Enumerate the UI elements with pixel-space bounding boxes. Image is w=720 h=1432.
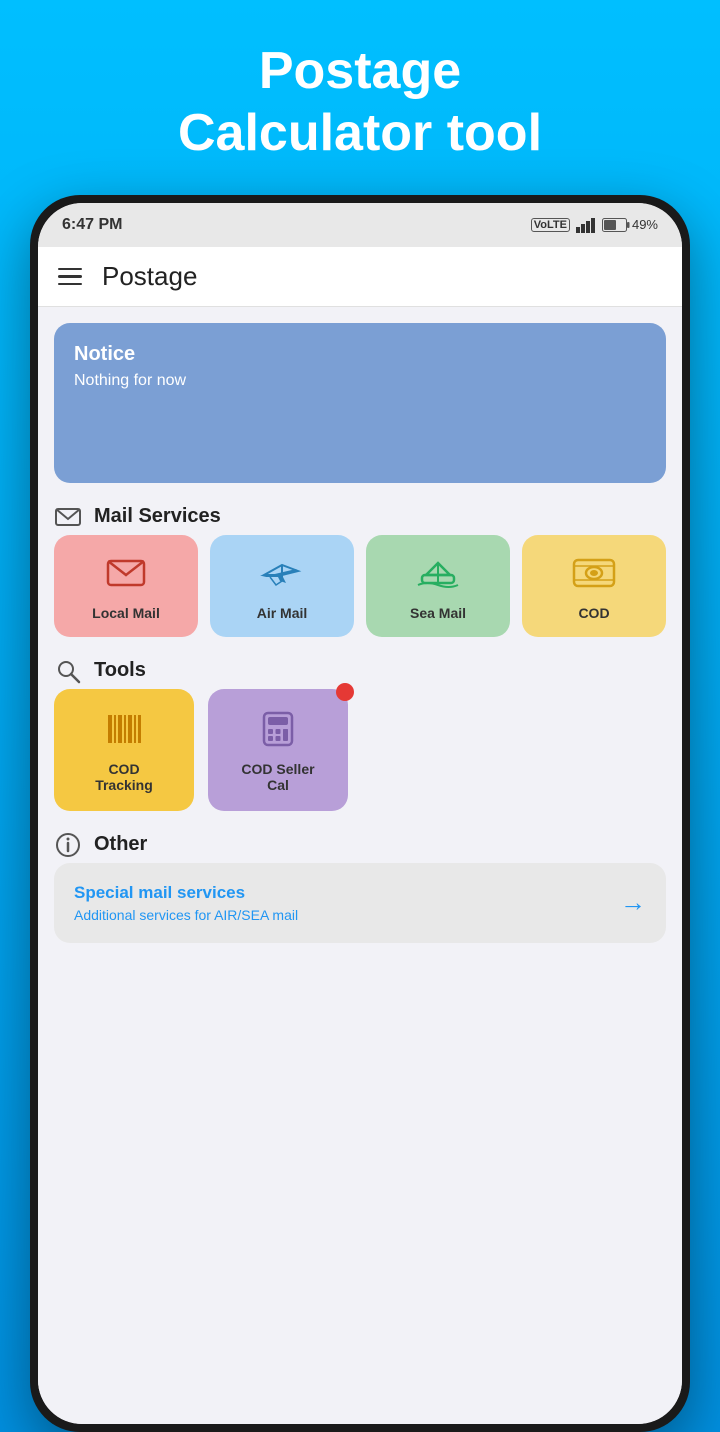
tools-header: Tools — [54, 657, 666, 685]
tools-section: Tools — [54, 657, 666, 811]
volte-icon: VoLTE — [531, 218, 570, 232]
air-mail-icon — [260, 551, 304, 595]
phone-screen: 6:47 PM VoLTE 49 — [38, 203, 682, 1424]
cod-icon — [572, 551, 616, 595]
hero-title: Postage Calculator tool — [178, 40, 542, 165]
cod-label: COD — [578, 605, 609, 621]
main-content: Notice Nothing for now Mail Services — [38, 307, 682, 1424]
special-mail-card[interactable]: Special mail services Additional service… — [54, 863, 666, 943]
mail-services-section: Mail Services Local Mail — [54, 503, 666, 637]
special-title: Special mail services — [74, 883, 298, 903]
other-label: Other — [94, 833, 147, 856]
signal-icon — [576, 217, 596, 233]
hero-line1: Postage — [259, 42, 461, 100]
phone-mockup: 6:47 PM VoLTE 49 — [30, 195, 690, 1432]
mail-services-icon — [54, 503, 82, 531]
battery-pct: 49% — [632, 217, 658, 232]
app-header: Postage — [38, 247, 682, 307]
status-bar: 6:47 PM VoLTE 49 — [38, 203, 682, 247]
tools-label: Tools — [94, 659, 146, 682]
notice-card: Notice Nothing for now — [54, 323, 666, 483]
notice-title: Notice — [74, 343, 646, 366]
local-mail-label: Local Mail — [92, 605, 160, 621]
notice-body: Nothing for now — [74, 372, 646, 390]
air-mail-card[interactable]: Air Mail — [210, 535, 354, 637]
status-time: 6:47 PM — [62, 216, 122, 234]
cod-tracking-card[interactable]: COD Tracking — [54, 689, 194, 811]
sea-mail-icon — [416, 551, 460, 595]
cod-seller-icon — [256, 707, 300, 751]
cod-tracking-label: COD Tracking — [95, 761, 153, 793]
other-header: Other — [54, 831, 666, 859]
special-subtitle: Additional services for AIR/SEA mail — [74, 907, 298, 923]
mail-services-header: Mail Services — [54, 503, 666, 531]
app-title: Postage — [102, 261, 197, 292]
cod-tracking-icon — [102, 707, 146, 751]
sea-mail-card[interactable]: Sea Mail — [366, 535, 510, 637]
local-mail-card[interactable]: Local Mail — [54, 535, 198, 637]
cod-card[interactable]: COD — [522, 535, 666, 637]
battery-icon: 49% — [602, 217, 658, 232]
air-mail-label: Air Mail — [257, 605, 308, 621]
services-grid: Local Mail Ai — [54, 535, 666, 637]
special-card-text: Special mail services Additional service… — [74, 883, 298, 923]
notification-badge — [336, 683, 354, 701]
cod-seller-label: COD Seller Cal — [241, 761, 314, 793]
cod-seller-card[interactable]: COD Seller Cal — [208, 689, 348, 811]
mail-services-label: Mail Services — [94, 505, 221, 528]
hero-line2: Calculator tool — [178, 104, 542, 162]
hamburger-button[interactable] — [58, 268, 82, 286]
arrow-right-icon: → — [620, 887, 646, 918]
local-mail-icon — [104, 551, 148, 595]
tools-icon — [54, 657, 82, 685]
sea-mail-label: Sea Mail — [410, 605, 466, 621]
other-icon — [54, 831, 82, 859]
tools-grid: COD Tracking — [54, 689, 666, 811]
other-section: Other Special mail services Additional s… — [54, 831, 666, 943]
status-icons: VoLTE 49% — [531, 217, 658, 233]
